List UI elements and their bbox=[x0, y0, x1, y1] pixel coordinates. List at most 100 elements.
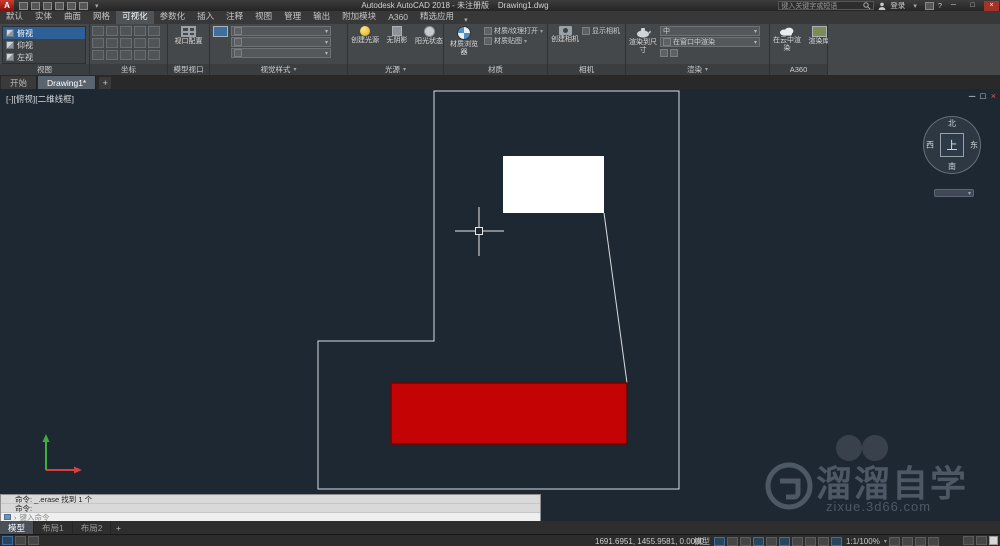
ribbon-tab-addins[interactable]: 附加模块 bbox=[336, 9, 382, 24]
panel-label-model-viewports[interactable]: 模型视口 bbox=[168, 64, 209, 75]
minimize-button[interactable]: ─ bbox=[946, 1, 961, 11]
no-shadow-button[interactable]: 无阴影 bbox=[382, 26, 412, 45]
ribbon-tab-visualize[interactable]: 可视化 bbox=[116, 9, 154, 24]
ribbon-tab-annotate[interactable]: 注释 bbox=[220, 9, 249, 24]
viewport-minimize-button[interactable]: ─ bbox=[969, 91, 975, 101]
dynamic-input-icon[interactable] bbox=[831, 537, 842, 546]
help-icon[interactable]: ? bbox=[938, 1, 942, 10]
ucs-tool-icon[interactable] bbox=[106, 38, 118, 48]
ribbon-tab-featured-apps[interactable]: 精选应用 bbox=[414, 9, 460, 24]
viewport-configuration-button[interactable]: 视口配置 bbox=[174, 26, 204, 46]
white-rectangle[interactable] bbox=[503, 156, 604, 213]
panel-label-coordinates[interactable]: 坐标 bbox=[90, 64, 167, 75]
viewcube-west-label[interactable]: 西 bbox=[926, 140, 934, 151]
render-environment-icon[interactable] bbox=[660, 49, 668, 57]
visual-style-button[interactable] bbox=[212, 26, 229, 37]
red-rectangle[interactable] bbox=[390, 382, 628, 445]
transparency-icon[interactable] bbox=[805, 537, 816, 546]
slanted-line[interactable] bbox=[603, 212, 628, 384]
autoscale-icon[interactable] bbox=[901, 537, 913, 546]
search-input[interactable]: 键入关键字或短语 bbox=[778, 1, 875, 10]
ribbon-tab-a360[interactable]: A360 bbox=[382, 11, 414, 24]
new-layout-button[interactable]: + bbox=[111, 521, 125, 534]
ucs-tool-icon[interactable] bbox=[120, 50, 132, 60]
ribbon-tab-output[interactable]: 输出 bbox=[307, 9, 336, 24]
panel-label-materials[interactable]: 材质 bbox=[444, 64, 547, 75]
ribbon-tab-manage[interactable]: 管理 bbox=[278, 9, 307, 24]
autocad-logo-icon[interactable]: A bbox=[0, 0, 14, 11]
panel-label-a360[interactable]: A360 bbox=[770, 64, 827, 75]
viewcube[interactable]: 北 南 西 东 上 bbox=[916, 109, 988, 181]
material-mapping-button[interactable]: 材质贴图 ▾ bbox=[484, 36, 543, 46]
app-store-icon[interactable] bbox=[924, 1, 934, 10]
show-camera-toggle[interactable]: 显示相机 bbox=[582, 26, 620, 36]
annotation-scale-caret-icon[interactable]: ▾ bbox=[884, 538, 887, 545]
render-in-cloud-button[interactable]: 在云中渲染 bbox=[772, 26, 802, 52]
object-snap-icon[interactable] bbox=[779, 537, 790, 546]
open-file-icon[interactable] bbox=[31, 1, 40, 10]
viewport-close-button[interactable]: × bbox=[991, 91, 996, 101]
render-exposure-icon[interactable] bbox=[670, 49, 678, 57]
face-style-dropdown[interactable]: ▾ bbox=[231, 37, 331, 47]
ribbon-tab-default[interactable]: 默认 bbox=[0, 9, 29, 24]
ucs-tool-icon[interactable] bbox=[134, 50, 146, 60]
sun-status-button[interactable]: 阳光状态 bbox=[414, 26, 444, 46]
panel-label-render[interactable]: 渲染 ▾ bbox=[626, 64, 769, 75]
material-browser-button[interactable]: 材质浏览器 bbox=[446, 26, 482, 56]
clean-screen-button[interactable] bbox=[989, 536, 998, 545]
annotation-visibility-icon[interactable] bbox=[888, 537, 900, 546]
ribbon-tab-surface[interactable]: 曲面 bbox=[58, 9, 87, 24]
save-icon[interactable] bbox=[43, 1, 52, 10]
redo-icon[interactable] bbox=[79, 1, 88, 10]
command-input[interactable]: › 键入命令 bbox=[1, 513, 540, 521]
new-file-icon[interactable] bbox=[19, 1, 28, 10]
panel-label-lights[interactable]: 光源 ▾ bbox=[348, 64, 443, 75]
ucs-tool-icon[interactable] bbox=[92, 38, 104, 48]
annotation-monitor-icon[interactable] bbox=[927, 537, 939, 546]
ucs-tool-icon[interactable] bbox=[120, 38, 132, 48]
graphics-performance-icon[interactable] bbox=[976, 536, 987, 545]
ucs-tool-icon[interactable] bbox=[148, 38, 160, 48]
viewcube-north-label[interactable]: 北 bbox=[948, 118, 956, 129]
sign-in-button[interactable]: 登录 bbox=[890, 0, 905, 11]
ucs-tool-icon[interactable] bbox=[134, 38, 146, 48]
ortho-icon[interactable] bbox=[740, 537, 751, 546]
snap-icon[interactable] bbox=[727, 537, 738, 546]
viewcube-ucs-menu[interactable]: ▾ bbox=[934, 189, 974, 197]
sign-in-caret-icon[interactable]: ▾ bbox=[909, 2, 921, 10]
render-preset-dropdown[interactable]: 中 ▾ bbox=[660, 26, 760, 36]
polar-tracking-icon[interactable] bbox=[753, 537, 764, 546]
command-customize-icon[interactable] bbox=[4, 514, 11, 520]
ribbon-tab-parametric[interactable]: 参数化 bbox=[154, 9, 192, 24]
command-line-palette[interactable]: 命令: _.erase 找到 1 个 命令: › 键入命令 bbox=[0, 494, 541, 521]
create-light-button[interactable]: 创建光源 bbox=[350, 26, 380, 45]
ucs-tool-icon[interactable] bbox=[92, 50, 104, 60]
selection-cycling-icon[interactable] bbox=[818, 537, 829, 546]
annotation-scale-value[interactable]: 1:1/100% bbox=[844, 537, 882, 546]
model-space-label[interactable]: 模型 bbox=[692, 536, 712, 546]
viewcube-south-label[interactable]: 南 bbox=[948, 161, 956, 172]
ribbon-tab-solid[interactable]: 实体 bbox=[29, 9, 58, 24]
user-icon[interactable] bbox=[878, 2, 886, 10]
workspace-gear-icon[interactable] bbox=[914, 537, 926, 546]
ucs-tool-icon[interactable] bbox=[120, 26, 132, 36]
undo-icon[interactable] bbox=[67, 1, 76, 10]
ribbon-tab-mesh[interactable]: 网格 bbox=[87, 9, 116, 24]
ucs-tool-icon[interactable] bbox=[148, 50, 160, 60]
render-to-size-button[interactable]: 渲染到尺寸 bbox=[628, 26, 658, 54]
qat-customize-icon[interactable]: ▾ bbox=[91, 2, 103, 10]
plot-icon[interactable] bbox=[55, 1, 64, 10]
lineweight-icon[interactable] bbox=[792, 537, 803, 546]
file-tab-drawing1[interactable]: Drawing1* bbox=[38, 76, 97, 89]
layout-tab-layout2[interactable]: 布局2 bbox=[73, 521, 112, 534]
ribbon-tab-view[interactable]: 视图 bbox=[249, 9, 278, 24]
panel-label-visual-styles[interactable]: 视觉样式 ▾ bbox=[210, 64, 347, 75]
file-tab-start[interactable]: 开始 bbox=[1, 76, 38, 89]
isolate-objects-icon[interactable] bbox=[963, 536, 974, 545]
new-drawing-tab-button[interactable]: + bbox=[99, 77, 112, 89]
viewport-restore-button[interactable]: □ bbox=[980, 91, 985, 101]
ucs-tool-icon[interactable] bbox=[92, 26, 104, 36]
close-button[interactable]: × bbox=[984, 0, 999, 11]
create-camera-button[interactable]: 创建相机 bbox=[550, 26, 580, 44]
panel-label-camera[interactable]: 相机 bbox=[548, 64, 625, 75]
